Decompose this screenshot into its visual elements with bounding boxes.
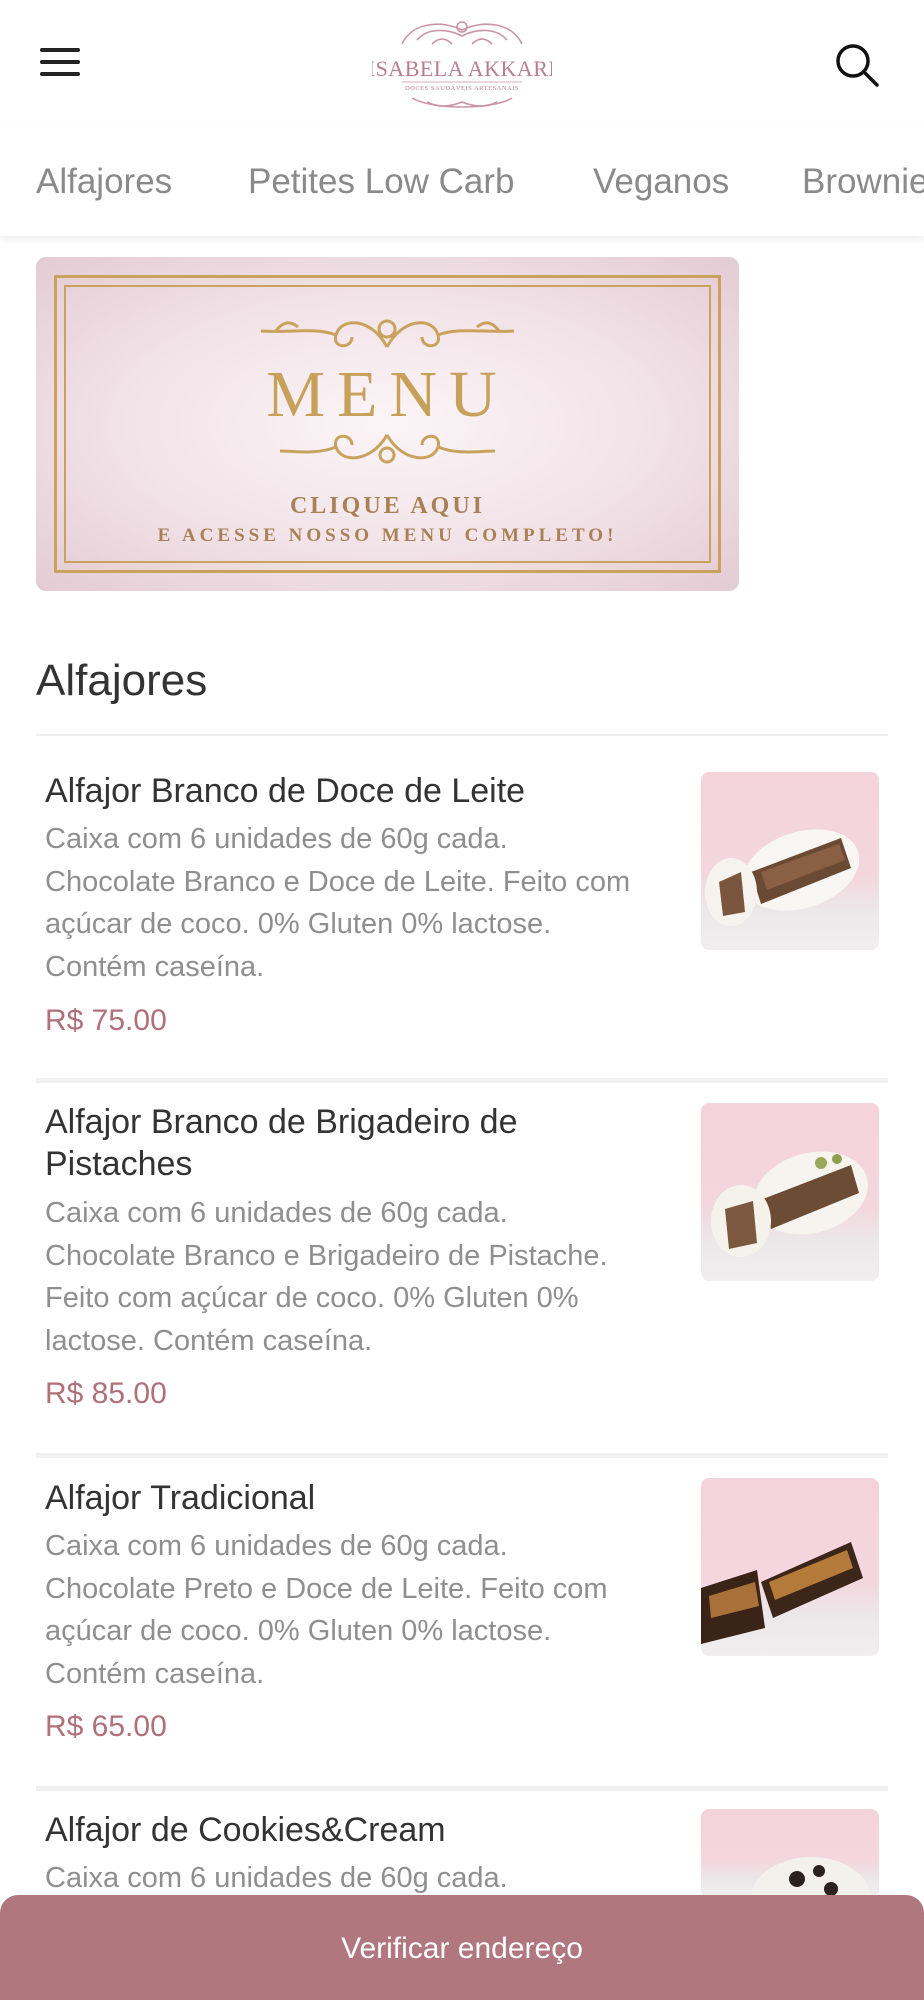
verify-address-label: Verificar endereço bbox=[341, 1932, 583, 1965]
category-tabs: Alfajores Petites Low Carb Veganos Brown… bbox=[0, 128, 924, 236]
product-price: R$ 65.00 bbox=[45, 1710, 167, 1743]
svg-text:DOCES SAUDÁVEIS ARTESANAIS: DOCES SAUDÁVEIS ARTESANAIS bbox=[405, 84, 519, 92]
product-image bbox=[701, 1103, 879, 1281]
svg-text:ISABELA AKKARI: ISABELA AKKARI bbox=[372, 56, 552, 81]
alfajor-image-icon bbox=[705, 829, 860, 926]
product-image bbox=[701, 1478, 879, 1656]
product-card[interactable]: Alfajor Tradicional Caixa com 6 unidades… bbox=[36, 1458, 888, 1791]
product-card[interactable]: Alfajor Branco de Brigadeiro de Pistache… bbox=[36, 1083, 888, 1458]
product-image bbox=[701, 1809, 879, 1899]
search-icon[interactable] bbox=[832, 40, 882, 90]
ornament-top-icon bbox=[260, 319, 515, 348]
menu-banner[interactable]: MENU CLIQUE AQUI E ACESSE NOSSO MENU COM… bbox=[36, 257, 739, 591]
product-description: Caixa com 6 unidades de 60g cada. Chocol… bbox=[45, 1530, 608, 1690]
product-description: Caixa com 6 unidades de 60g cada. bbox=[45, 1862, 508, 1894]
section-divider bbox=[36, 734, 888, 736]
product-description: Caixa com 6 unidades de 60g cada. Chocol… bbox=[45, 823, 631, 983]
banner-subtitle: E ACESSE NOSSO MENU COMPLETO! bbox=[157, 525, 618, 546]
alfajor-image-icon bbox=[751, 1857, 871, 1899]
product-name: Alfajor Branco de Brigadeiro de Pistache… bbox=[45, 1103, 518, 1183]
tab-petites-low-carb[interactable]: Petites Low Carb bbox=[248, 162, 515, 202]
product-price: R$ 75.00 bbox=[45, 1004, 167, 1037]
hamburger-menu-icon[interactable] bbox=[40, 48, 84, 82]
product-card[interactable]: Alfajor Branco de Doce de Leite Caixa co… bbox=[36, 750, 888, 1083]
product-image bbox=[701, 772, 879, 950]
banner-cta-line: CLIQUE AQUI bbox=[289, 493, 486, 519]
product-price: R$ 85.00 bbox=[45, 1377, 167, 1410]
alfajor-image-icon bbox=[711, 1151, 868, 1257]
tab-alfajores[interactable]: Alfajores bbox=[36, 162, 172, 202]
section-title: Alfajores bbox=[36, 656, 208, 705]
product-name: Alfajor Tradicional bbox=[45, 1479, 316, 1517]
alfajor-image-icon bbox=[701, 1542, 863, 1644]
app-header: ISABELA AKKARI DOCES SAUDÁVEIS ARTESANAI… bbox=[0, 0, 924, 128]
brand-logo[interactable]: ISABELA AKKARI DOCES SAUDÁVEIS ARTESANAI… bbox=[372, 14, 552, 116]
tab-brownie[interactable]: Brownie bbox=[802, 162, 924, 202]
product-description: Caixa com 6 unidades de 60g cada. Chocol… bbox=[45, 1197, 608, 1357]
banner-title: MENU bbox=[266, 358, 509, 431]
product-name: Alfajor Branco de Doce de Leite bbox=[45, 772, 526, 810]
product-card[interactable]: Alfajor de Cookies&Cream Caixa com 6 uni… bbox=[36, 1791, 888, 1901]
verify-address-button[interactable]: Verificar endereço bbox=[0, 1895, 924, 2000]
product-name: Alfajor de Cookies&Cream bbox=[45, 1811, 446, 1849]
ornament-bottom-icon bbox=[279, 434, 496, 464]
tab-veganos[interactable]: Veganos bbox=[593, 162, 729, 202]
